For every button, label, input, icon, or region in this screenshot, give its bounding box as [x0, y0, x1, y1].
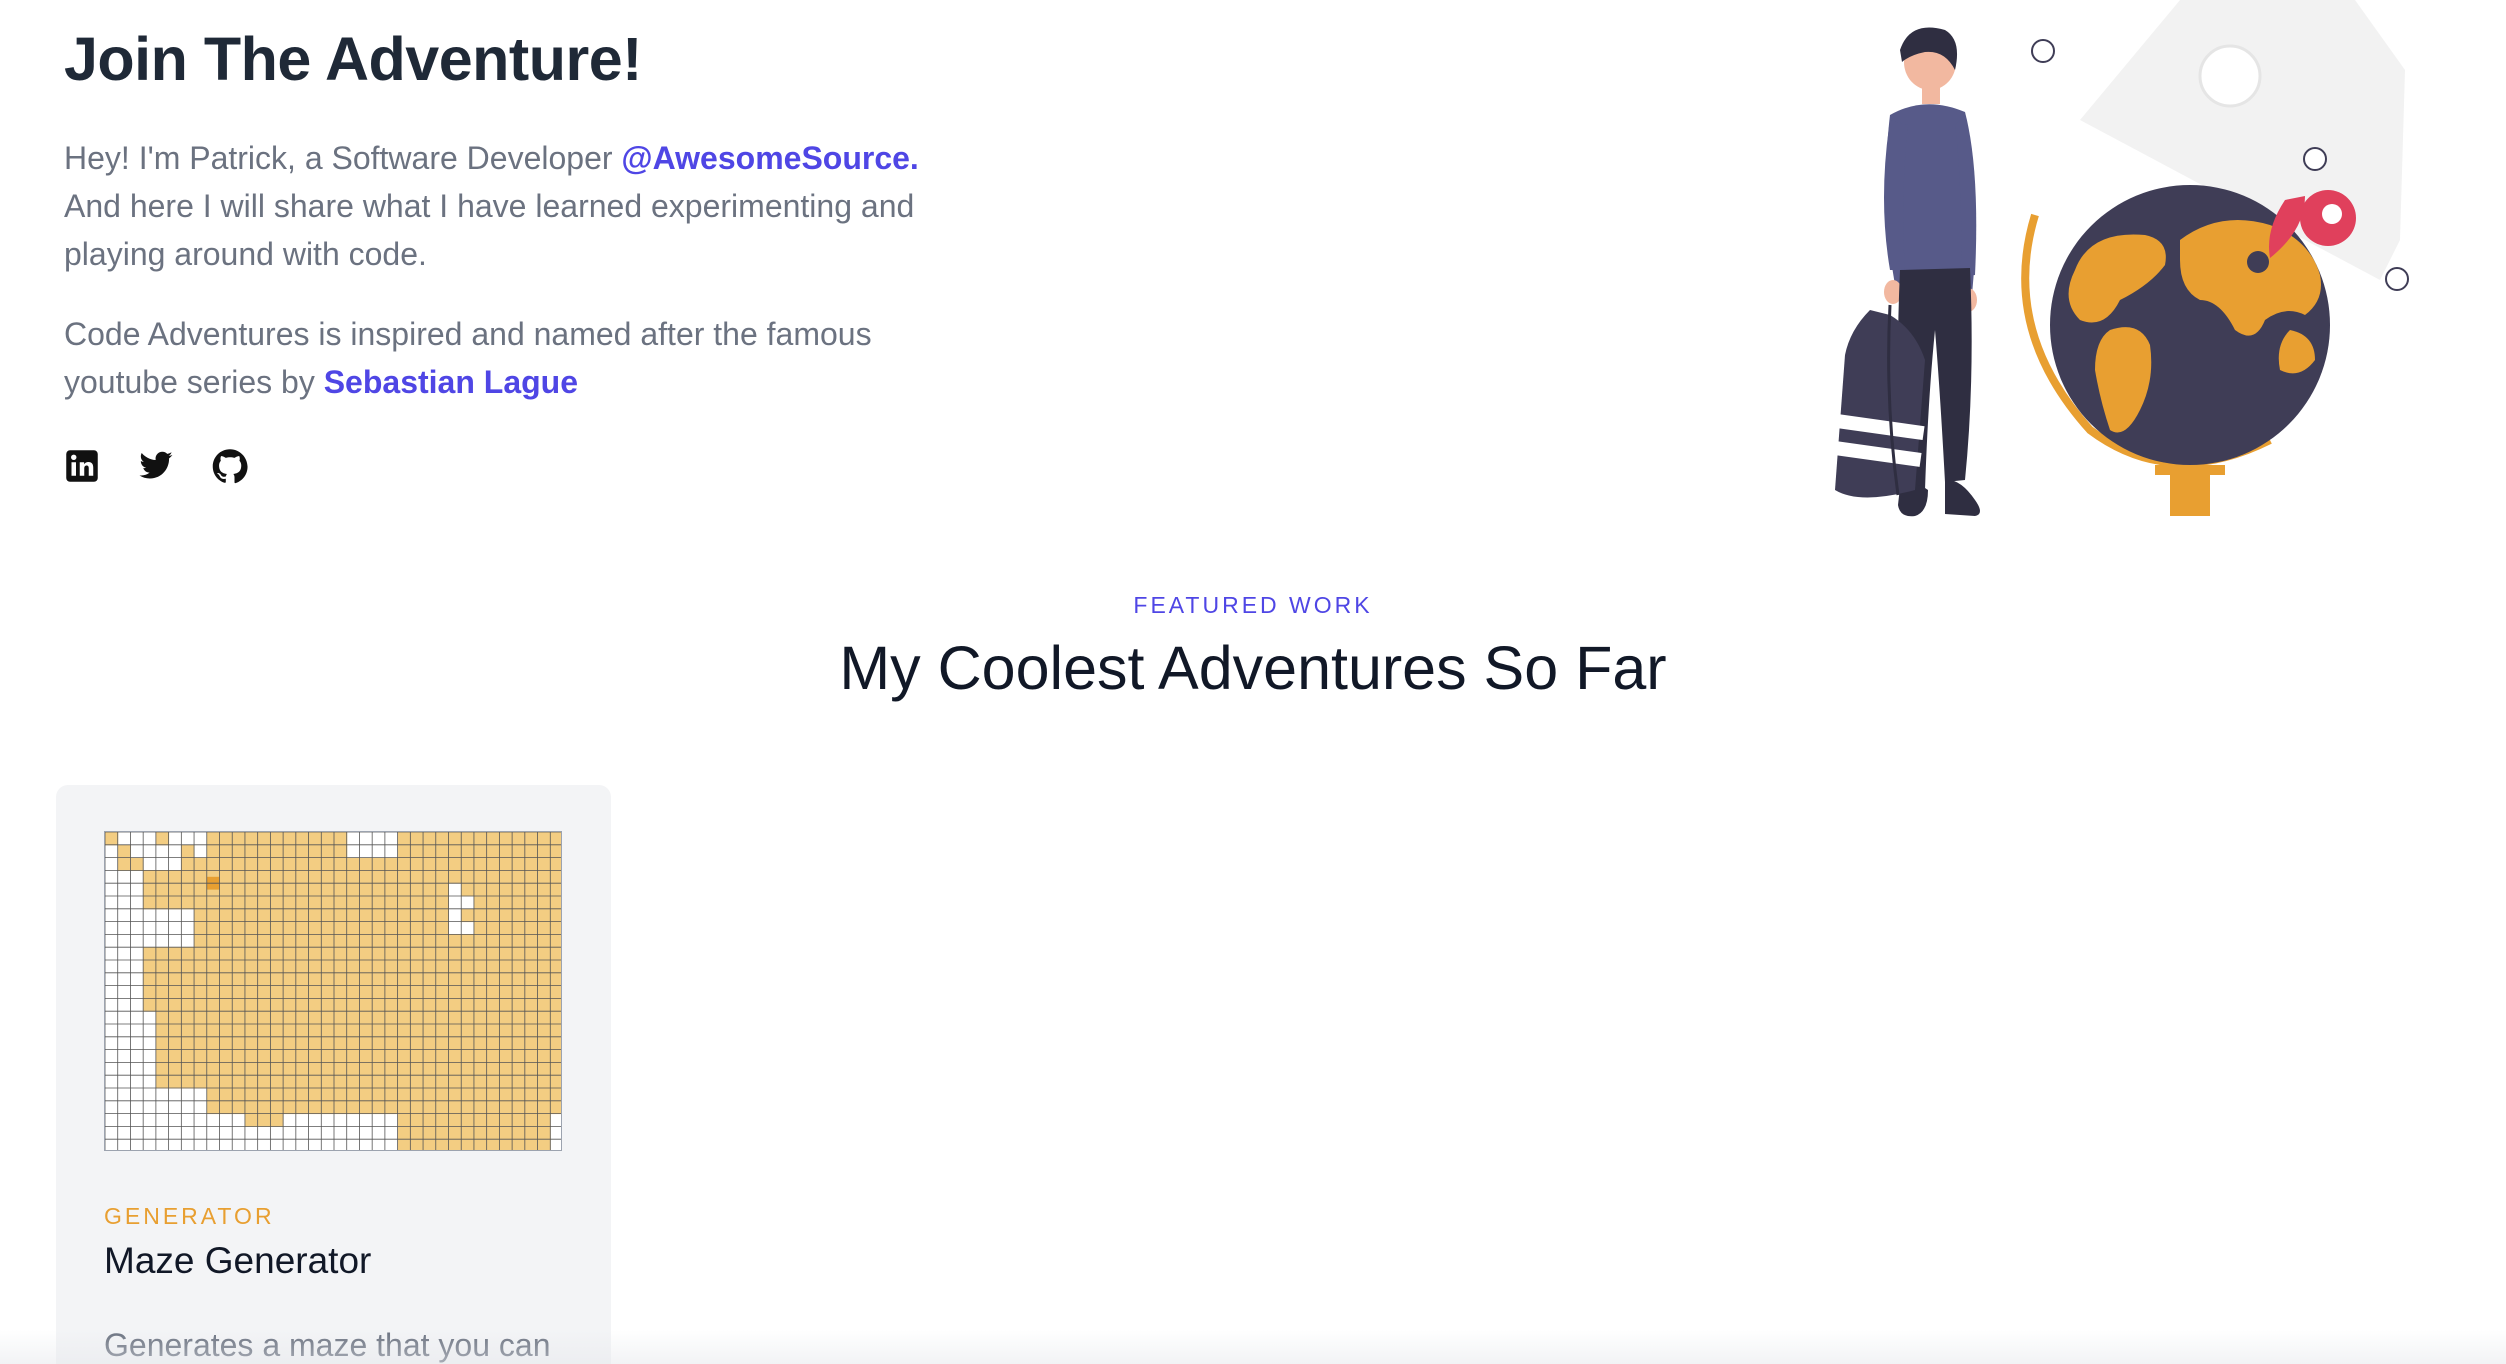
hero-intro: Hey! I'm Patrick, a Software Developer @…	[64, 134, 964, 278]
card-category: GENERATOR	[104, 1203, 275, 1229]
hero-intro-after: And here I will share what I have learne…	[64, 188, 915, 272]
github-icon[interactable]	[212, 448, 248, 484]
social-links	[64, 448, 248, 484]
hero-section: Join The Adventure! Hey! I'm Patrick, a …	[64, 20, 964, 406]
featured-title: My Coolest Adventures So Far	[839, 634, 1667, 702]
sebastian-lague-link[interactable]: Sebastian Lague	[324, 364, 578, 400]
maze-preview-image	[104, 831, 562, 1151]
hero-title: Join The Adventure!	[64, 25, 642, 93]
company-link[interactable]: @AwesomeSource.	[621, 140, 918, 176]
page: Join The Adventure! Hey! I'm Patrick, a …	[0, 0, 2506, 1364]
project-card-maze-generator[interactable]: GENERATOR Maze Generator Generates a maz…	[56, 785, 611, 1364]
linkedin-icon[interactable]	[64, 448, 100, 484]
hero-inspired: Code Adventures is inspired and named af…	[64, 310, 964, 406]
twitter-icon[interactable]	[138, 448, 174, 484]
featured-eyebrow: FEATURED WORK	[1133, 592, 1373, 618]
card-title: Maze Generator	[104, 1240, 372, 1281]
hero-intro-before: Hey! I'm Patrick, a Software Developer	[64, 140, 622, 176]
card-description: Generates a maze that you can	[104, 1327, 551, 1363]
adventure-illustration	[1750, 0, 2430, 520]
